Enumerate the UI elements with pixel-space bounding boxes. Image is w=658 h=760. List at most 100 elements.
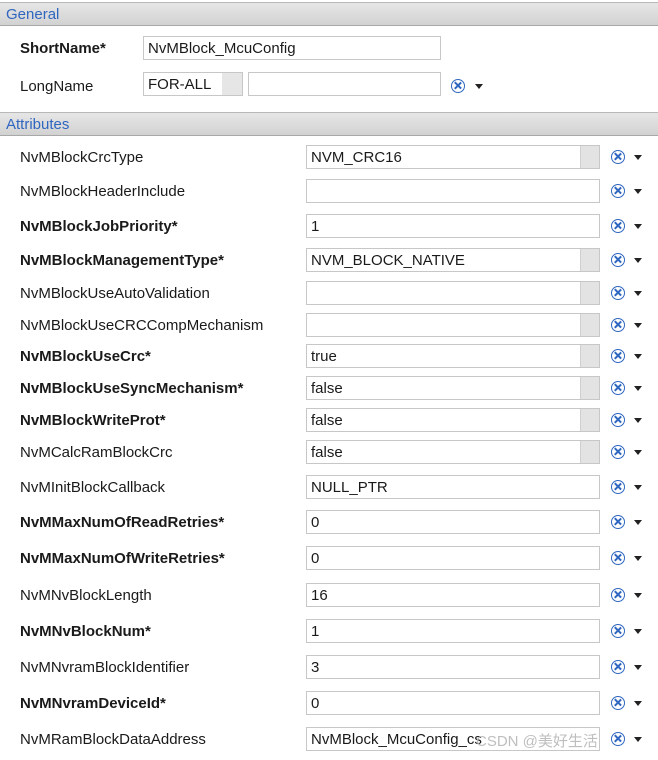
- attribute-value-field[interactable]: NULL_PTR: [306, 475, 600, 499]
- attribute-row: NvMBlockHeaderInclude: [0, 177, 658, 207]
- reset-default-icon[interactable]: [611, 588, 625, 602]
- attribute-value-field[interactable]: 0: [306, 546, 600, 570]
- reset-default-icon[interactable]: [611, 318, 625, 332]
- attribute-value-field[interactable]: 1: [306, 619, 600, 643]
- dropdown-arrow-icon[interactable]: [634, 629, 642, 634]
- watermark: CSDN @美好生活: [476, 733, 598, 750]
- shortname-input[interactable]: NvMBlock_McuConfig: [143, 36, 441, 60]
- dropdown-arrow-icon[interactable]: [634, 418, 642, 423]
- attribute-label: NvMBlockHeaderInclude: [20, 183, 186, 200]
- reset-default-icon[interactable]: [611, 696, 625, 710]
- longname-row: LongName FOR-ALL: [0, 70, 658, 100]
- reset-default-icon[interactable]: [611, 219, 625, 233]
- attribute-label: NvMMaxNumOfReadRetries*: [20, 514, 225, 531]
- reset-default-icon[interactable]: [611, 624, 625, 638]
- attribute-row: NvMBlockUseSyncMechanism* false: [0, 374, 658, 404]
- attribute-label: NvMNvBlockNum*: [20, 623, 151, 640]
- attribute-row: NvMBlockUseCrc* true: [0, 342, 658, 372]
- attribute-value-field[interactable]: NVM_CRC16: [306, 145, 600, 169]
- shortname-label: ShortName*: [20, 40, 106, 57]
- general-section-title: General: [6, 6, 60, 23]
- attribute-value-field[interactable]: 16: [306, 583, 600, 607]
- attribute-label: NvMBlockManagementType*: [20, 252, 224, 269]
- attribute-label: NvMInitBlockCallback: [20, 479, 166, 496]
- attribute-label: NvMBlockCrcType: [20, 149, 144, 166]
- attribute-value-field[interactable]: false: [306, 376, 600, 400]
- dropdown-arrow-icon[interactable]: [634, 701, 642, 706]
- reset-default-icon[interactable]: [611, 381, 625, 395]
- attribute-label: NvMNvramDeviceId*: [20, 695, 166, 712]
- reset-default-icon[interactable]: [451, 79, 465, 93]
- attribute-label: NvMBlockUseCrc*: [20, 348, 151, 365]
- dropdown-arrow-icon[interactable]: [634, 520, 642, 525]
- longname-language-field[interactable]: FOR-ALL: [143, 72, 243, 96]
- reset-default-icon[interactable]: [611, 349, 625, 363]
- attribute-value-field[interactable]: [306, 179, 600, 203]
- reset-default-icon[interactable]: [611, 660, 625, 674]
- attribute-value-field[interactable]: 0: [306, 691, 600, 715]
- attribute-row: NvMMaxNumOfReadRetries* 0: [0, 508, 658, 538]
- reset-default-icon[interactable]: [611, 480, 625, 494]
- reset-default-icon[interactable]: [611, 551, 625, 565]
- longname-input[interactable]: [248, 72, 441, 96]
- attribute-label: NvMNvramBlockIdentifier: [20, 659, 190, 676]
- attribute-row: NvMBlockUseAutoValidation: [0, 279, 658, 309]
- dropdown-arrow-icon[interactable]: [634, 258, 642, 263]
- shortname-row: ShortName* NvMBlock_McuConfig: [0, 34, 658, 64]
- dropdown-arrow-icon[interactable]: [634, 354, 642, 359]
- attribute-value-field[interactable]: 3: [306, 655, 600, 679]
- dropdown-arrow-icon[interactable]: [634, 485, 642, 490]
- dropdown-arrow-icon[interactable]: [634, 291, 642, 296]
- attribute-row: NvMBlockCrcType NVM_CRC16: [0, 143, 658, 173]
- attribute-value-field[interactable]: false: [306, 440, 600, 464]
- reset-default-icon[interactable]: [611, 184, 625, 198]
- dropdown-arrow-icon[interactable]: [634, 323, 642, 328]
- attribute-row: NvMBlockManagementType* NVM_BLOCK_NATIVE: [0, 246, 658, 276]
- attribute-row: NvMCalcRamBlockCrc false: [0, 438, 658, 468]
- attribute-label: NvMBlockUseCRCCompMechanism: [20, 317, 264, 334]
- dropdown-arrow-icon[interactable]: [634, 189, 642, 194]
- attribute-value-field[interactable]: [306, 313, 600, 337]
- attribute-row: NvMNvramDeviceId* 0: [0, 689, 658, 719]
- attribute-label: NvMMaxNumOfWriteRetries*: [20, 550, 225, 567]
- attribute-value-field[interactable]: NVM_BLOCK_NATIVE: [306, 248, 600, 272]
- dropdown-arrow-icon[interactable]: [475, 84, 483, 89]
- attribute-row: NvMInitBlockCallback NULL_PTR: [0, 473, 658, 503]
- attribute-row: NvMNvBlockLength 16: [0, 581, 658, 611]
- attribute-label: NvMBlockWriteProt*: [20, 412, 166, 429]
- dropdown-arrow-icon[interactable]: [634, 737, 642, 742]
- dropdown-arrow-icon[interactable]: [634, 386, 642, 391]
- attribute-row: NvMBlockJobPriority* 1: [0, 212, 658, 242]
- dropdown-arrow-icon[interactable]: [634, 556, 642, 561]
- dropdown-arrow-icon[interactable]: [634, 224, 642, 229]
- attribute-label: NvMBlockUseAutoValidation: [20, 285, 210, 302]
- reset-default-icon[interactable]: [611, 732, 625, 746]
- attribute-row: NvMBlockUseCRCCompMechanism: [0, 311, 658, 341]
- attribute-value-field[interactable]: true: [306, 344, 600, 368]
- reset-default-icon[interactable]: [611, 515, 625, 529]
- attribute-value-field[interactable]: [306, 281, 600, 305]
- attributes-section-title: Attributes: [6, 116, 70, 133]
- dropdown-arrow-icon[interactable]: [634, 450, 642, 455]
- reset-default-icon[interactable]: [611, 286, 625, 300]
- attribute-label: NvMBlockUseSyncMechanism*: [20, 380, 244, 397]
- attribute-row: NvMBlockWriteProt* false: [0, 406, 658, 436]
- reset-default-icon[interactable]: [611, 150, 625, 164]
- dropdown-arrow-icon[interactable]: [634, 155, 642, 160]
- reset-default-icon[interactable]: [611, 413, 625, 427]
- dropdown-arrow-icon[interactable]: [634, 593, 642, 598]
- attribute-value-field[interactable]: false: [306, 408, 600, 432]
- attribute-row: NvMNvBlockNum* 1: [0, 617, 658, 647]
- attribute-label: NvMBlockJobPriority*: [20, 218, 178, 235]
- general-section-header[interactable]: General: [0, 2, 658, 26]
- attribute-value-field[interactable]: 1: [306, 214, 600, 238]
- attribute-value-field[interactable]: 0: [306, 510, 600, 534]
- attribute-label: NvMNvBlockLength: [20, 587, 152, 604]
- attribute-row: NvMMaxNumOfWriteRetries* 0: [0, 544, 658, 574]
- attributes-section-header[interactable]: Attributes: [0, 112, 658, 136]
- reset-default-icon[interactable]: [611, 445, 625, 459]
- reset-default-icon[interactable]: [611, 253, 625, 267]
- attribute-label: NvMRamBlockDataAddress: [20, 731, 206, 748]
- dropdown-arrow-icon[interactable]: [634, 665, 642, 670]
- attribute-row: NvMNvramBlockIdentifier 3: [0, 653, 658, 683]
